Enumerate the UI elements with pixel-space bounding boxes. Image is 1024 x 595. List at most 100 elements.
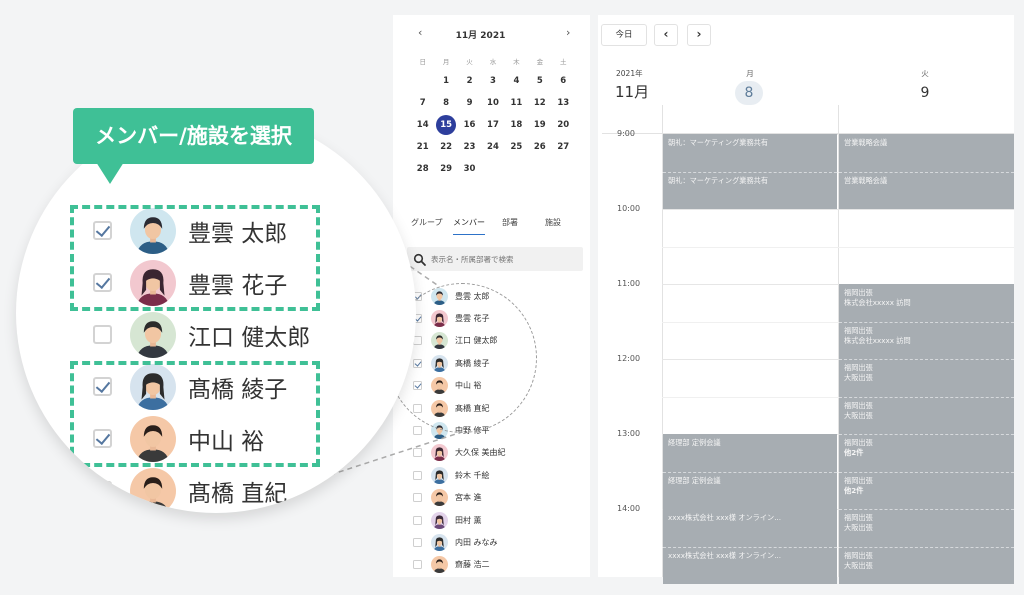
day-header-weekday: 月: [746, 69, 754, 78]
calendar-event[interactable]: 福岡出張 大阪出張: [839, 359, 1014, 397]
chevron-right-icon[interactable]: ›: [566, 26, 570, 39]
day-cell[interactable]: 18: [505, 114, 528, 136]
empty-day: [552, 158, 575, 180]
weekday-label: 土: [559, 58, 567, 66]
day-cell[interactable]: 25: [505, 136, 528, 158]
calendar-event[interactable]: 福岡出張 株式会社xxxxx 訪問: [839, 284, 1014, 322]
member-item[interactable]: 宮本 進: [413, 487, 583, 509]
day-cell[interactable]: 3: [481, 70, 504, 92]
event-subtitle: 大阪出張: [844, 560, 873, 570]
mini-calendar-header: ‹ 11月 2021 ›: [393, 23, 570, 45]
calendar-event[interactable]: 福岡出張 他2件: [839, 471, 1014, 509]
day-cell[interactable]: 28: [411, 158, 434, 180]
day-cell[interactable]: 8: [434, 92, 457, 114]
today-button[interactable]: 今日: [601, 24, 647, 46]
calendar-event[interactable]: 朝礼：マーケティング業務共有: [663, 171, 837, 209]
calendar-event[interactable]: 営業戦略会議: [839, 171, 1014, 209]
week-row: 21 22 23 24 25 26 27: [411, 136, 575, 158]
selected-group-highlight: [70, 361, 320, 467]
calendar-event[interactable]: 経理部 定例会議: [663, 471, 837, 509]
calendar-event[interactable]: 福岡出張 大阪出張: [839, 546, 1014, 584]
calendar-event[interactable]: 福岡出張 他2件: [839, 434, 1014, 472]
selected-group-highlight: [70, 205, 320, 311]
calendar-event[interactable]: 朝礼：マーケティング業務共有: [663, 134, 837, 172]
event-divider: [839, 171, 1014, 173]
day-cell[interactable]: 26: [528, 136, 551, 158]
day-cell[interactable]: 1: [434, 70, 457, 92]
member-item[interactable]: 齋藤 浩二: [413, 554, 583, 576]
day-cell[interactable]: 29: [434, 158, 457, 180]
member-item[interactable]: 大久保 美由紀: [413, 442, 583, 464]
empty-day: [528, 158, 551, 180]
day-cell[interactable]: 12: [528, 92, 551, 114]
member-item[interactable]: 鈴木 千絵: [413, 464, 583, 486]
calendar-event[interactable]: 福岡出張 株式会社xxxxx 訪問: [839, 321, 1014, 359]
member-name: 大久保 美由紀: [455, 448, 506, 458]
avatar: [130, 468, 176, 513]
member-checkbox[interactable]: [413, 560, 422, 570]
day-cell[interactable]: 22: [434, 136, 457, 158]
calendar-event[interactable]: 福岡出張 大阪出張: [839, 509, 1014, 547]
day-cell[interactable]: 19: [528, 114, 551, 136]
event-subtitle: 他2件: [844, 448, 864, 457]
event-title: 福岡出張: [844, 438, 873, 447]
day-cell[interactable]: 27: [552, 136, 575, 158]
day-cell[interactable]: 16: [458, 114, 481, 136]
day-cell[interactable]: 6: [552, 70, 575, 92]
day-cell[interactable]: 11: [505, 92, 528, 114]
day-cell[interactable]: 2: [458, 70, 481, 92]
member-item[interactable]: 内田 みなみ: [413, 531, 583, 553]
event-divider: [839, 321, 1014, 323]
half-hour-line: [662, 246, 1014, 248]
event-title: 朝礼：マーケティング業務共有: [668, 175, 769, 185]
calendar-event[interactable]: xxxx株式会社 xxx様 オンライン...: [663, 509, 837, 547]
day-cell[interactable]: 13: [552, 92, 575, 114]
event-subtitle: 株式会社xxxxx 訪問: [844, 298, 911, 307]
calendar-event[interactable]: xxxx株式会社 xxx様 オンライン...: [663, 546, 837, 584]
event-title: 福岡出張: [844, 475, 873, 485]
mini-calendar-month: 11月 2021: [455, 31, 506, 41]
event-title: 朝礼：マーケティング業務共有: [668, 138, 769, 147]
week-calendar: 今日 ‹ › 2021年 11月 月 8 火 9 9:00 10:00 11:00 1…: [598, 15, 1014, 584]
day-cell[interactable]: 24: [481, 136, 504, 158]
day-cell[interactable]: 30: [458, 158, 481, 180]
prev-week-button[interactable]: ‹: [654, 24, 678, 46]
day-header-date[interactable]: 8: [735, 81, 763, 105]
month-label: 11月: [615, 83, 650, 101]
day-cell[interactable]: 7: [411, 92, 434, 114]
next-week-button[interactable]: ›: [687, 24, 711, 46]
member-name: 鈴木 千絵: [455, 470, 490, 480]
event-divider: [839, 359, 1014, 360]
calendar-event[interactable]: 営業戦略会議: [839, 134, 1014, 172]
mini-calendar: 日月火水木金土 1 2 3 4 5 6 7 8 9 10 11 12 13 14 15 16 17 18 19 20 21…: [411, 54, 575, 180]
day-cell[interactable]: 21: [411, 136, 434, 158]
member-checkbox[interactable]: [413, 515, 422, 525]
member-checkbox: [93, 481, 112, 500]
tab-facility[interactable]: 施設: [545, 217, 561, 235]
member-item[interactable]: 田村 薫: [413, 509, 583, 531]
day-header-date[interactable]: 9: [911, 81, 939, 105]
tab-member[interactable]: メンバー: [453, 217, 485, 235]
day-cell[interactable]: 4: [505, 70, 528, 92]
event-divider: [663, 546, 837, 548]
weekday-label: 木: [513, 58, 520, 66]
day-cell[interactable]: 20: [552, 114, 575, 136]
member-checkbox[interactable]: [413, 537, 422, 547]
day-cell[interactable]: 14: [411, 114, 434, 136]
event-subtitle: 大阪出張: [844, 373, 873, 382]
header-divider: [662, 105, 663, 133]
search-input[interactable]: [431, 251, 576, 267]
calendar-event[interactable]: 経理部 定例会議: [663, 434, 837, 472]
calendar-event[interactable]: 福岡出張 大阪出張: [839, 396, 1014, 434]
event-divider: [663, 171, 837, 173]
week-row: 7 8 9 10 11 12 13: [411, 92, 575, 114]
day-cell[interactable]: 5: [528, 70, 551, 92]
day-cell-today[interactable]: 15: [434, 114, 457, 136]
hour-label: 13:00: [617, 429, 641, 438]
day-cell[interactable]: 9: [458, 92, 481, 114]
day-cell[interactable]: 10: [481, 92, 504, 114]
tab-department[interactable]: 部署: [502, 217, 518, 235]
day-cell[interactable]: 17: [481, 114, 504, 136]
member-search[interactable]: [407, 247, 583, 271]
day-cell[interactable]: 23: [458, 136, 481, 158]
